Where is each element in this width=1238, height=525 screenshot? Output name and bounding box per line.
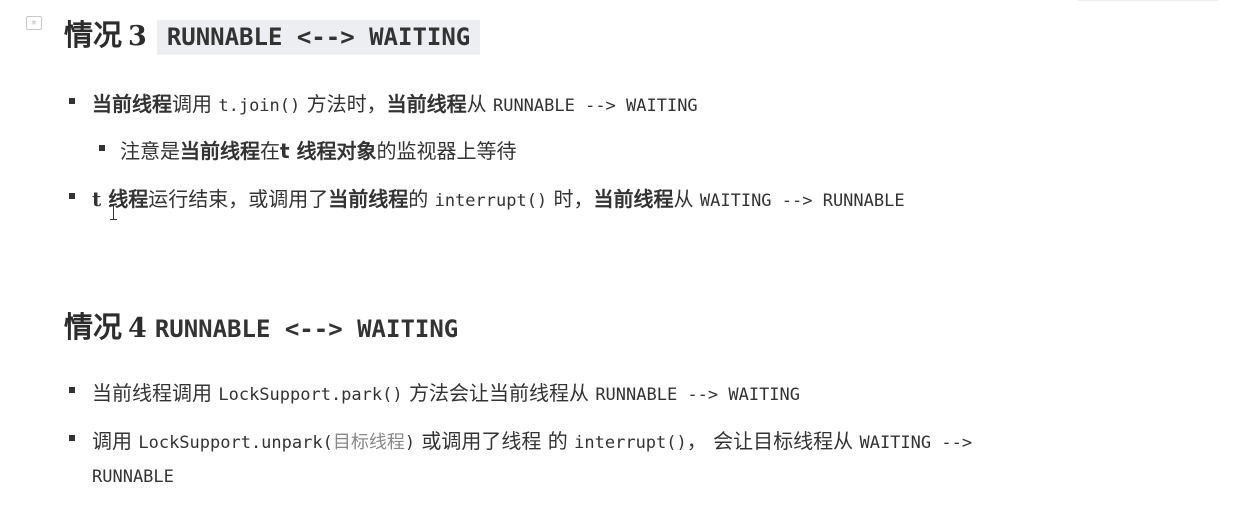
text: ， 会让目标线程从 bbox=[686, 429, 860, 453]
inline-code: LockSupport.unpark( bbox=[138, 433, 333, 453]
text-bold: 当前线程 bbox=[180, 139, 260, 163]
text: 在 bbox=[260, 139, 280, 163]
inline-code: RUNNABLE bbox=[92, 467, 174, 487]
inline-code: RUNNABLE --> WAITING bbox=[595, 385, 801, 405]
bullet-icon bbox=[69, 98, 75, 104]
text: 的监视器上等待 bbox=[376, 139, 517, 163]
bullet-icon bbox=[99, 145, 105, 151]
text: 目标线程 bbox=[332, 432, 405, 453]
inline-code: WAITING --> bbox=[859, 433, 973, 453]
case3-sub-list-item: 注意是当前线程在t 线程对象的监视器上等待 bbox=[99, 135, 517, 164]
case4-heading-number: 4 bbox=[128, 313, 147, 344]
bullet-icon bbox=[69, 387, 75, 393]
bullet-icon bbox=[69, 193, 75, 199]
text-bold: 当前线程 bbox=[92, 92, 172, 116]
text: 方法会让当前线程从 bbox=[402, 381, 596, 405]
bullet-icon bbox=[69, 435, 75, 441]
text: 注意是 bbox=[120, 139, 180, 163]
inline-code: ) bbox=[404, 433, 416, 453]
case4-heading-code: RUNNABLE <--> WAITING bbox=[154, 315, 459, 343]
case3-heading-text: 情况 bbox=[64, 18, 123, 52]
text: 时， bbox=[547, 187, 594, 211]
text-bold: t bbox=[92, 187, 102, 211]
inline-code: RUNNABLE --> WAITING bbox=[492, 96, 698, 116]
inline-code: t.join() bbox=[218, 96, 301, 116]
case4-heading-text: 情况 bbox=[64, 310, 123, 344]
text: 的 bbox=[408, 187, 435, 211]
text: 或调用了线程 的 bbox=[415, 429, 575, 453]
case4-list-item-2: 调用 LockSupport.unpark(目标线程) 或调用了线程 的 int… bbox=[69, 425, 973, 454]
text: 运行结束，或调用了 bbox=[148, 187, 329, 211]
case3-heading-number: 3 bbox=[128, 21, 147, 52]
inline-code: WAITING --> RUNNABLE bbox=[699, 191, 905, 211]
case3-heading-code: RUNNABLE <--> WAITING bbox=[156, 20, 481, 55]
case3-heading: 情况 3 RUNNABLE <--> WAITING bbox=[64, 12, 481, 55]
inline-code: LockSupport.park() bbox=[218, 385, 403, 405]
case3-list-item-1: 当前线程调用 t.join() 方法时，当前线程从 RUNNABLE --> W… bbox=[69, 88, 698, 117]
inline-code: interrupt() bbox=[434, 191, 548, 211]
case4-list-item-1: 当前线程调用 LockSupport.park() 方法会让当前线程从 RUNN… bbox=[69, 377, 801, 406]
case4-heading: 情况 4 RUNNABLE <--> WAITING bbox=[64, 304, 458, 346]
text: 调用 bbox=[172, 92, 219, 116]
text: 从 bbox=[673, 187, 700, 211]
window-edge-decoration bbox=[1078, 0, 1218, 7]
inline-code: interrupt() bbox=[574, 433, 687, 453]
text: 从 bbox=[466, 92, 493, 116]
text-bold: 线程 bbox=[101, 187, 149, 211]
text-bold: 当前线程 bbox=[328, 187, 409, 211]
case4-list-item-2-continued: RUNNABLE bbox=[92, 463, 174, 487]
text-bold: 当前线程 bbox=[593, 187, 674, 211]
case3-list-item-2: t 线程运行结束，或调用了当前线程的 interrupt() 时，当前线程从 W… bbox=[69, 183, 905, 212]
text: 调用 bbox=[92, 429, 139, 453]
text: 当前线程调用 bbox=[92, 381, 219, 405]
block-handle-icon[interactable]: ⌘ bbox=[26, 16, 42, 30]
text: 方法时， bbox=[300, 92, 387, 116]
text-bold: t 线程对象 bbox=[280, 139, 377, 163]
text-bold: 当前线程 bbox=[386, 92, 467, 116]
text-cursor-icon bbox=[110, 204, 117, 220]
